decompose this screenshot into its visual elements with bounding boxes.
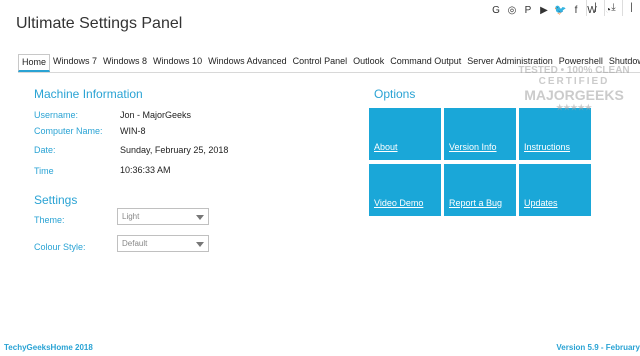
theme-select[interactable]: Light [117,208,209,225]
instagram-icon[interactable]: ◎ [506,5,518,17]
version-info-tile[interactable]: Version Info [444,108,516,160]
tab-windows-advanced[interactable]: Windows Advanced [205,54,290,72]
majorgeeks-watermark: TESTED • 100% CLEAN CERTIFIED MAJORGEEKS… [510,65,638,112]
date-value: Sunday, February 25, 2018 [120,145,229,155]
window-controls: | ⤓ | [586,0,640,16]
chevron-down-icon [196,215,204,220]
version-info-tile-label: Version Info [449,142,497,152]
username-label: Username: [34,110,79,120]
title-bar: Ultimate Settings Panel G ◎ P ▶ 🐦 f W ◔ … [0,0,640,46]
theme-label: Theme: [34,215,65,225]
pinterest-icon[interactable]: P [522,5,534,17]
colour-style-label: Colour Style: [34,242,86,252]
watermark-line: MAJORGEEKS [524,87,624,103]
chevron-down-icon [196,242,204,247]
report-bug-tile[interactable]: Report a Bug [444,164,516,216]
tab-outlook[interactable]: Outlook [350,54,387,72]
computer-name-value: WIN-8 [120,126,146,136]
footer-copyright: TechyGeeksHome 2018 [4,343,93,352]
report-bug-tile-label: Report a Bug [449,198,503,208]
colour-style-select-value: Default [122,239,148,248]
watermark-line: TESTED • 100% CLEAN [518,65,630,76]
settings-title: Settings [34,193,78,207]
google-icon[interactable]: G [490,5,502,17]
tab-windows-7[interactable]: Windows 7 [50,54,100,72]
tab-control-panel[interactable]: Control Panel [290,54,351,72]
tab-home[interactable]: Home [18,54,51,72]
username-value: Jon - MajorGeeks [120,110,192,120]
separator-icon: | [622,0,640,16]
theme-select-value: Light [122,212,140,221]
tab-windows-8[interactable]: Windows 8 [100,54,150,72]
options-title: Options [374,87,416,101]
instructions-tile[interactable]: Instructions [519,108,591,160]
separator-icon: | [586,0,604,16]
updates-tile[interactable]: Updates [519,164,591,216]
download-icon[interactable]: ⤓ [604,0,622,16]
time-value: 10:36:33 AM [120,165,171,175]
video-demo-tile-label: Video Demo [374,198,424,208]
about-tile-label: About [374,142,398,152]
footer-version: Version 5.9 - February [556,343,640,352]
date-label: Date: [34,145,56,155]
youtube-icon[interactable]: ▶ [538,5,550,17]
computer-name-label: Computer Name: [34,126,103,136]
instructions-tile-label: Instructions [524,142,571,152]
time-label: Time [34,166,54,176]
watermark-line: CERTIFIED [538,76,610,87]
twitter-icon[interactable]: 🐦 [554,5,566,17]
watermark-stars: ★★★★★ [556,103,592,112]
about-tile[interactable]: About [369,108,441,160]
machine-info-title: Machine Information [34,87,143,101]
updates-tile-label: Updates [524,198,558,208]
video-demo-tile[interactable]: Video Demo [369,164,441,216]
colour-style-select[interactable]: Default [117,235,209,252]
tab-command-output[interactable]: Command Output [387,54,464,72]
facebook-icon[interactable]: f [570,5,582,17]
tab-windows-10[interactable]: Windows 10 [150,54,205,72]
app-title: Ultimate Settings Panel [16,15,183,32]
